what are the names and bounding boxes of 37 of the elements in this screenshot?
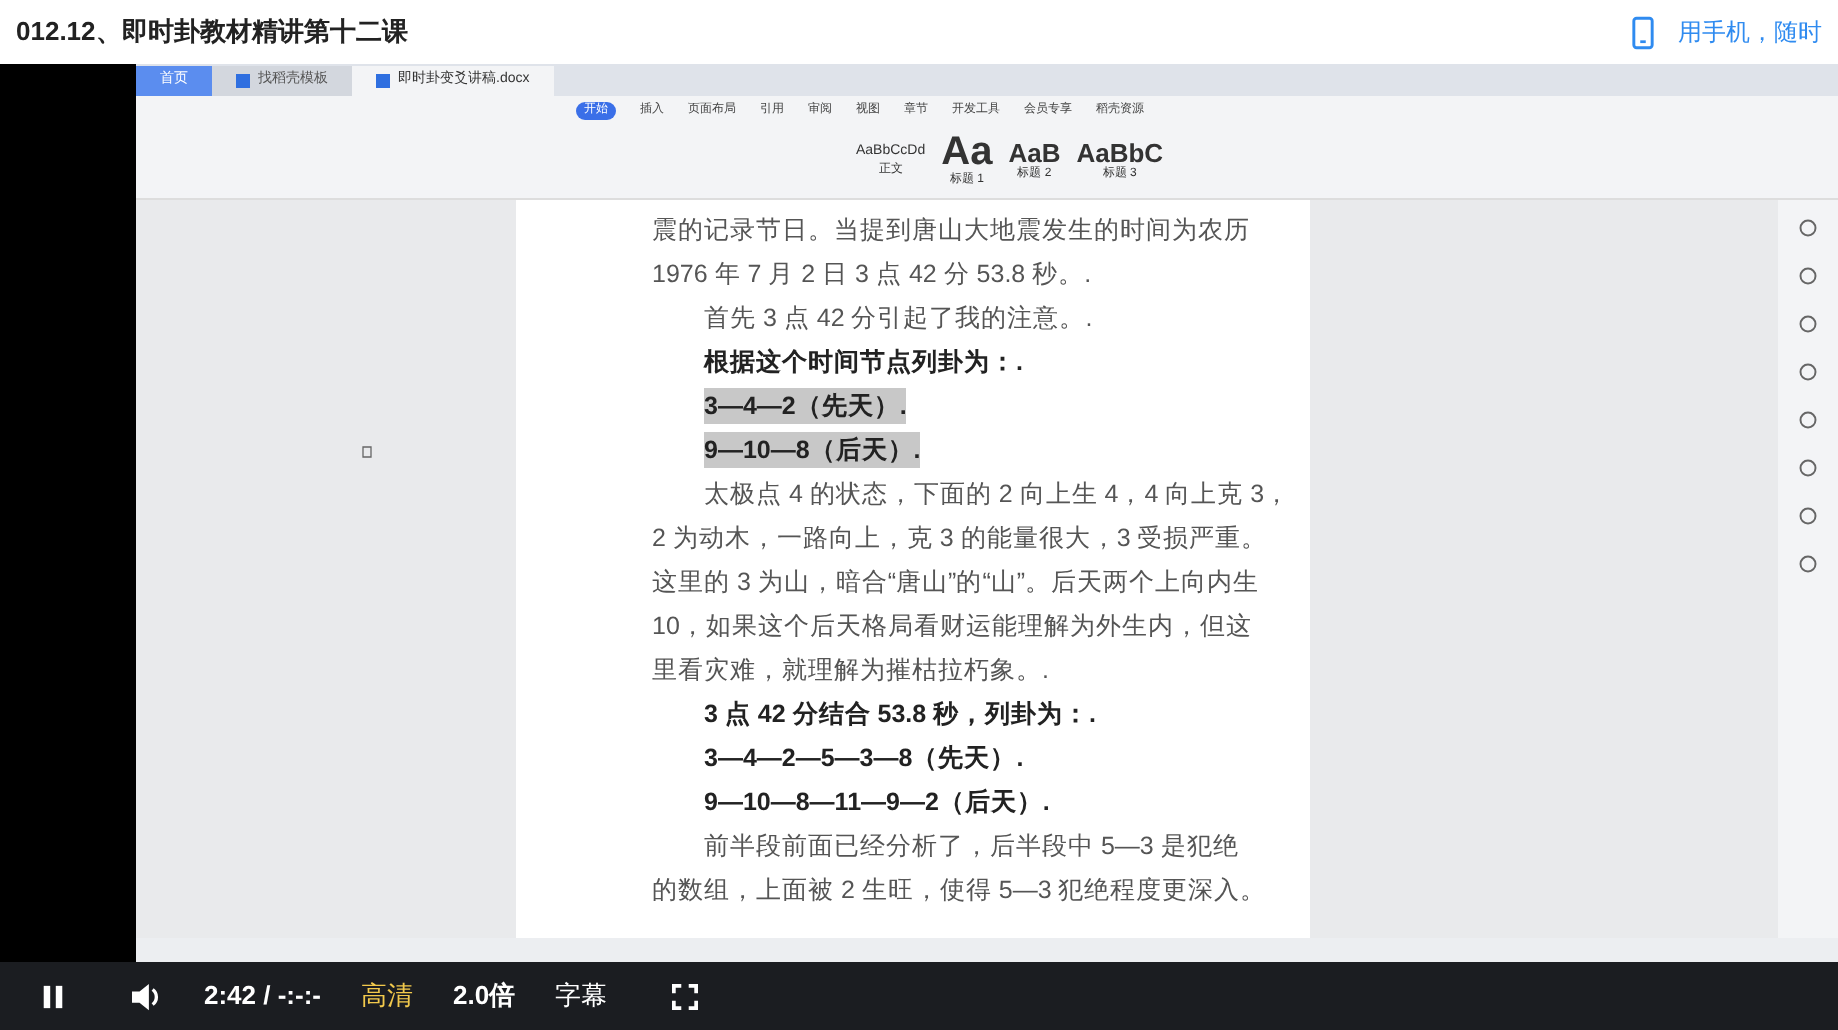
document-text-line: 1976 年 7 月 2 日 3 点 42 分 53.8 秒。.: [652, 257, 1092, 292]
course-title: 012.12、即时卦教材精讲第十二课: [16, 14, 408, 51]
document-icon: [376, 74, 390, 88]
side-tool-icon: [1796, 504, 1820, 528]
document-text-line: 3—4—2—5—3—8（先天）.: [704, 741, 1024, 776]
fullscreen-icon[interactable]: [671, 983, 698, 1009]
pause-icon[interactable]: [40, 983, 66, 1009]
document-text-line: 10，如果这个后天格局看财运能理解为外生内，但这: [652, 609, 1252, 644]
document-text-line: 根据这个时间节点列卦为：.: [704, 345, 1023, 380]
document-text-line: 2 为动木，一路向上，克 3 的能量很大，3 受损严重。: [652, 521, 1268, 556]
quality-button[interactable]: 高清: [361, 976, 413, 1016]
document-icon: [236, 74, 250, 88]
side-tool-icon: [1796, 456, 1820, 480]
side-tool-icon: [1796, 408, 1820, 432]
document-text-line: 这里的 3 为山，暗合“唐山”的“山”。后天两个上向内生: [652, 565, 1260, 600]
style-sample[interactable]: AaBbC: [1076, 139, 1164, 165]
document-text-line: 前半段前面已经分析了，后半段中 5—3 是犯绝: [704, 829, 1239, 864]
document-text-line: 的数组，上面被 2 生旺，使得 5—3 犯绝程度更深入。: [652, 873, 1267, 908]
document-text-line: 3 点 42 分结合 53.8 秒，列卦为：.: [704, 697, 1097, 732]
playback-time: 2:42 / -:-:-: [204, 978, 321, 1015]
side-tool-icon: [1796, 264, 1820, 288]
side-tool-icon: [1796, 312, 1820, 336]
document-text-line: 9—10—8—11—9—2（后天）.: [704, 785, 1050, 820]
document-text-line: 震的记录节日。当提到唐山大地震发生的时间为农历: [652, 213, 1250, 248]
side-tool-icon: [1796, 360, 1820, 384]
style-sample[interactable]: AaB: [1008, 139, 1061, 165]
speed-button[interactable]: 2.0倍: [453, 976, 516, 1016]
subtitles-button[interactable]: 字幕: [555, 976, 608, 1016]
document-text-line: 里看灾难，就理解为摧枯拉朽象。.: [652, 653, 1049, 688]
document-text-line: 太极点 4 的状态，下面的 2 向上生 4，4 向上克 3，: [704, 477, 1291, 512]
paragraph-marker-icon: [360, 444, 376, 460]
style-sample[interactable]: Aa: [941, 132, 993, 172]
volume-icon[interactable]: [130, 981, 164, 1011]
side-tool-icon: [1796, 552, 1820, 576]
side-tool-icon: [1796, 216, 1820, 240]
document-text-line: 首先 3 点 42 分引起了我的注意。.: [704, 301, 1093, 336]
phone-icon: [1632, 15, 1654, 49]
